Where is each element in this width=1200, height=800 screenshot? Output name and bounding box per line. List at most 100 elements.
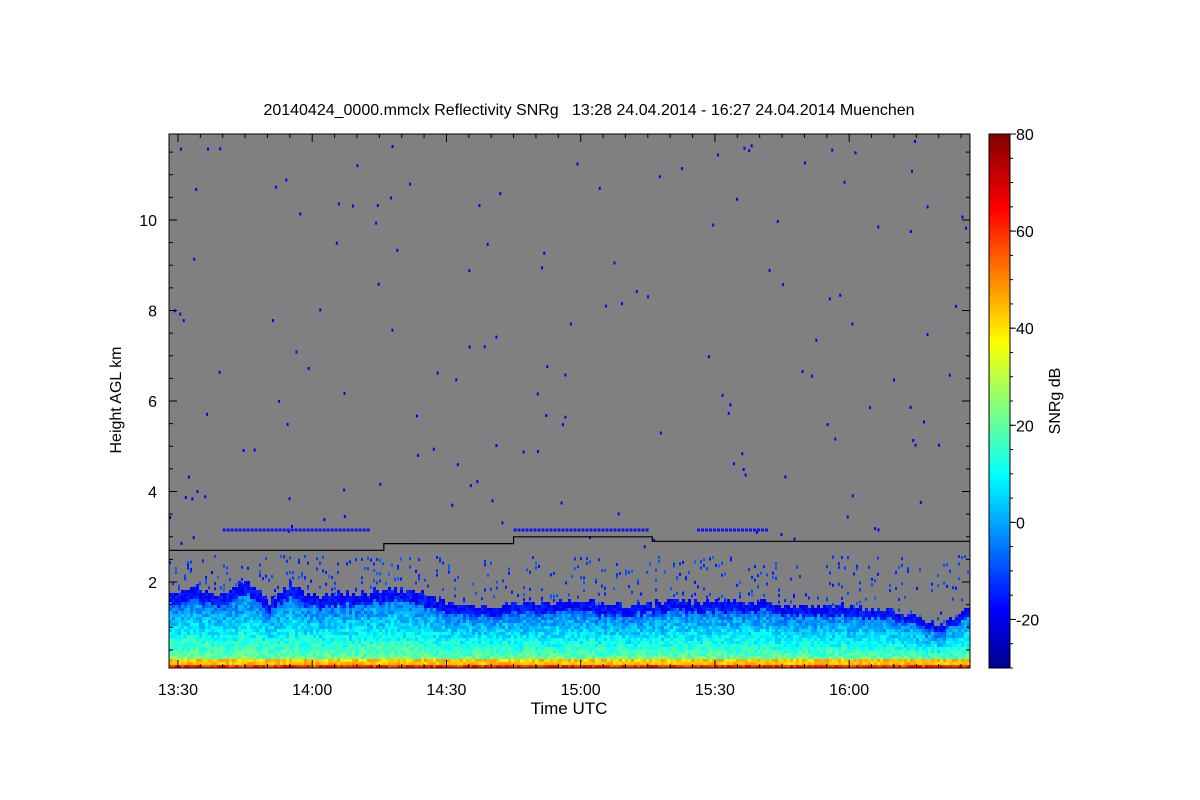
echo-cell (523, 614, 526, 617)
echo-cell (382, 599, 385, 602)
echo-cell (220, 644, 223, 647)
echo-cell (688, 605, 691, 608)
echo-speck (709, 592, 711, 596)
echo-cell (595, 647, 598, 650)
echo-cell (508, 617, 511, 620)
echo-cell (274, 638, 277, 641)
echo-cell (691, 614, 694, 617)
echo-cell (478, 656, 481, 659)
echo-cell (337, 626, 340, 629)
echo-cell (643, 662, 646, 665)
echo-cell (376, 647, 379, 650)
echo-cell (292, 632, 295, 635)
echo-cell (259, 632, 262, 635)
echo-cell (565, 647, 568, 650)
echo-cell (610, 653, 613, 656)
echo-cell (454, 644, 457, 647)
echo-cell (271, 611, 274, 614)
echo-speck (691, 594, 693, 598)
echo-cell (301, 641, 304, 644)
echo-cell (214, 602, 217, 605)
echo-speck (553, 599, 555, 603)
echo-cell (649, 659, 652, 662)
echo-cell (208, 623, 211, 626)
echo-cell (301, 647, 304, 650)
echo-speck (172, 582, 174, 586)
echo-cell (316, 650, 319, 653)
echo-cell (370, 647, 373, 650)
echo-cell (763, 626, 766, 629)
echo-cell (403, 593, 406, 596)
echo-cell (481, 662, 484, 665)
echo-cell (178, 608, 181, 611)
echo-cell (316, 626, 319, 629)
echo-cell (706, 659, 709, 662)
echo-cell (580, 635, 583, 638)
echo-cell (769, 647, 772, 650)
echo-cell (742, 638, 745, 641)
echo-cell (223, 617, 226, 620)
echo-cell (493, 617, 496, 620)
echo-cell (211, 599, 214, 602)
echo-cell (460, 656, 463, 659)
echo-cell (733, 626, 736, 629)
echo-cell (292, 593, 295, 596)
echo-cell (289, 638, 292, 641)
echo-cell (298, 635, 301, 638)
echo-cell (412, 626, 415, 629)
echo-cell (265, 659, 268, 662)
echo-cell (676, 632, 679, 635)
echo-cell (682, 623, 685, 626)
echo-cell (346, 623, 349, 626)
echo-cell (541, 605, 544, 608)
echo-cell (421, 626, 424, 629)
echo-cell (361, 650, 364, 653)
echo-cell (196, 611, 199, 614)
echo-cell (565, 650, 568, 653)
echo-speck (763, 593, 765, 597)
echo-cell (280, 593, 283, 596)
echo-cell (181, 629, 184, 632)
echo-cell (172, 635, 175, 638)
echo-cell (529, 638, 532, 641)
echo-speck (370, 585, 372, 589)
echo-cell (409, 635, 412, 638)
echo-cell (346, 638, 349, 641)
echo-cell (565, 623, 568, 626)
echo-cell (262, 653, 265, 656)
echo-cell (211, 608, 214, 611)
echo-cell (214, 659, 217, 662)
echo-cell (751, 614, 754, 617)
echo-cell (760, 629, 763, 632)
echo-cell (391, 593, 394, 596)
echo-cell (739, 638, 742, 641)
echo-cell (577, 650, 580, 653)
echo-cell (178, 644, 181, 647)
echo-cell (226, 644, 229, 647)
echo-cell (175, 629, 178, 632)
echo-cell (283, 641, 286, 644)
echo-cell (193, 641, 196, 644)
echo-cell (475, 626, 478, 629)
echo-cell (376, 635, 379, 638)
echo-cell (289, 656, 292, 659)
echo-cell (349, 623, 352, 626)
echo-cell (682, 632, 685, 635)
echo-cell (643, 635, 646, 638)
echo-cell (340, 611, 343, 614)
echo-cell (358, 626, 361, 629)
echo-cell (265, 623, 268, 626)
echo-cell (184, 641, 187, 644)
echo-cell (382, 629, 385, 632)
echo-cell (442, 632, 445, 635)
echo-cell (754, 617, 757, 620)
echo-cell (730, 650, 733, 653)
echo-cell (526, 629, 529, 632)
echo-cell (526, 638, 529, 641)
echo-cell (670, 599, 673, 602)
echo-cell (604, 623, 607, 626)
echo-cell (628, 653, 631, 656)
echo-cell (739, 608, 742, 611)
echo-cell (508, 644, 511, 647)
echo-cell (610, 611, 613, 614)
